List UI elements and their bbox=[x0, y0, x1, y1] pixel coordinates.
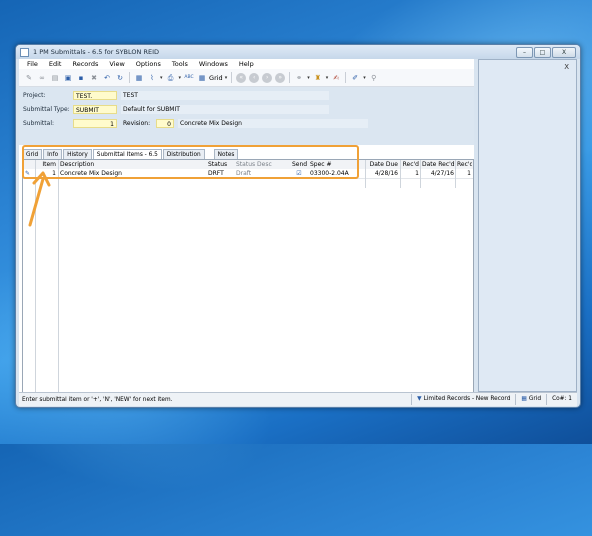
next-record-icon[interactable]: › bbox=[262, 72, 273, 83]
submittal-type-desc: Default for SUBMIT bbox=[121, 104, 329, 114]
grid-dropdown-icon: ▾ bbox=[224, 74, 228, 81]
row-date-recd[interactable]: 4/27/16 bbox=[421, 169, 455, 178]
row-recd[interactable]: 1 bbox=[400, 169, 420, 178]
menu-windows[interactable]: Windows bbox=[199, 60, 228, 68]
save-icon[interactable]: ▪ bbox=[76, 73, 86, 83]
last-record-icon[interactable]: » bbox=[275, 72, 286, 83]
submittal-label: Submittal: bbox=[23, 119, 55, 127]
window-title: 1 PM Submittals - 6.5 for SYBLON REID bbox=[33, 48, 159, 56]
grid-status-label: Grid bbox=[528, 396, 542, 402]
revision-field[interactable]: 0 bbox=[156, 118, 174, 128]
col-date-recd[interactable]: Date Rec'd bbox=[421, 160, 455, 169]
grid-divider bbox=[400, 160, 401, 188]
compose-dropdown-icon[interactable]: ▾ bbox=[363, 75, 366, 81]
refresh-icon[interactable]: ↻ bbox=[115, 73, 125, 83]
row-date-due[interactable]: 4/28/16 bbox=[367, 169, 399, 178]
users-icon[interactable]: ♜ bbox=[313, 73, 323, 83]
revision-label: Revision: bbox=[123, 119, 151, 127]
notes-edit-icon[interactable]: ✍ bbox=[331, 73, 341, 83]
grid-divider bbox=[420, 160, 421, 188]
col-recd-2[interactable]: Rec'd bbox=[456, 160, 472, 169]
grid-divider bbox=[58, 160, 59, 404]
search-icon[interactable]: ⚲ bbox=[369, 73, 379, 83]
users-dropdown-icon[interactable]: ▾ bbox=[326, 75, 329, 81]
maximize-button[interactable]: □ bbox=[534, 47, 551, 58]
menu-help[interactable]: Help bbox=[239, 60, 254, 68]
title-bar[interactable]: 1 PM Submittals - 6.5 for SYBLON REID – … bbox=[16, 45, 580, 59]
menu-view[interactable]: View bbox=[109, 60, 124, 68]
right-side-pane: X bbox=[478, 59, 577, 392]
menu-tools[interactable]: Tools bbox=[172, 60, 188, 68]
submittal-row: Submittal: 1 Revision: 0 Concrete Mix De… bbox=[23, 118, 368, 128]
menu-records[interactable]: Records bbox=[72, 60, 98, 68]
grid-status-icon: ▦ bbox=[521, 396, 527, 402]
limited-records-status[interactable]: ▼ Limited Records - New Record bbox=[411, 394, 515, 405]
project-label: Project: bbox=[23, 91, 46, 99]
main-client: File Edit Records View Options Tools Win… bbox=[19, 59, 474, 405]
delete-icon[interactable]: ✖ bbox=[89, 73, 99, 83]
status-message: Enter submittal item or '+', 'N', 'NEW' … bbox=[22, 396, 173, 403]
col-date-due[interactable]: Date Due bbox=[367, 160, 399, 169]
compose-icon[interactable]: ✐ bbox=[350, 73, 360, 83]
minimize-button[interactable]: – bbox=[516, 47, 533, 58]
toolbar: ✎ ∞ ▤ ▣ ▪ ✖ ↶ ↻ ▦ ⌇ ▾ ⎙ ▾ ABC ▦ Grid ▾ «… bbox=[19, 69, 474, 87]
project-desc: TEST bbox=[121, 90, 329, 100]
new-record-icon[interactable]: ▣ bbox=[63, 73, 73, 83]
limited-records-label: Limited Records - New Record bbox=[423, 396, 511, 402]
menu-file[interactable]: File bbox=[27, 60, 38, 68]
spell-check-icon[interactable]: ABC bbox=[184, 73, 194, 83]
project-field[interactable]: TEST. bbox=[73, 90, 117, 100]
toolbar-separator bbox=[345, 72, 347, 83]
form-view-icon[interactable]: ▦ bbox=[134, 73, 144, 83]
arrow-annotation bbox=[28, 171, 51, 227]
toolbar-separator bbox=[231, 72, 233, 83]
close-button[interactable]: X bbox=[552, 47, 576, 58]
items-grid: Item Description Status Status Desc Send… bbox=[22, 159, 474, 405]
grid-label: Grid bbox=[209, 73, 223, 82]
toolbar-separator bbox=[129, 72, 130, 83]
pane-close-button[interactable]: X bbox=[564, 63, 569, 71]
submittal-field[interactable]: 1 bbox=[73, 118, 117, 128]
first-record-icon[interactable]: « bbox=[236, 72, 247, 83]
toolbar-separator bbox=[289, 72, 291, 83]
submittal-type-label: Submittal Type: bbox=[23, 105, 70, 113]
header-form: Project: TEST. TEST Submittal Type: SUBM… bbox=[19, 87, 474, 145]
print-icon[interactable]: ⎙ bbox=[166, 73, 176, 83]
database-icon[interactable]: ▤ bbox=[50, 73, 60, 83]
link-icon[interactable]: ∞ bbox=[37, 73, 47, 83]
grid-status[interactable]: ▦ Grid bbox=[515, 394, 546, 405]
window-controls: – □ X bbox=[516, 47, 576, 58]
company-status: Co#: 1 bbox=[546, 394, 577, 405]
chain-dropdown-icon[interactable]: ▾ bbox=[307, 75, 310, 81]
grid-divider bbox=[365, 160, 366, 188]
highlight-callout bbox=[22, 145, 359, 179]
previous-record-icon[interactable]: ‹ bbox=[249, 72, 260, 83]
status-bar: Enter submittal item or '+', 'N', 'NEW' … bbox=[19, 392, 577, 406]
attachment-icon[interactable]: ⌇ bbox=[147, 73, 157, 83]
grid-divider bbox=[455, 160, 456, 188]
revision-desc: Concrete Mix Design bbox=[178, 118, 368, 128]
menu-edit[interactable]: Edit bbox=[49, 60, 62, 68]
grid-view-button[interactable]: ▦ Grid ▾ bbox=[197, 73, 227, 83]
col-recd[interactable]: Rec'd bbox=[400, 160, 420, 169]
chain-link-icon[interactable]: ⚭ bbox=[294, 73, 304, 83]
grid-icon: ▦ bbox=[198, 73, 206, 82]
undo-icon[interactable]: ↶ bbox=[102, 73, 112, 83]
project-row: Project: TEST. TEST bbox=[23, 90, 329, 100]
submittal-type-field[interactable]: SUBMIT bbox=[73, 104, 117, 114]
menu-options[interactable]: Options bbox=[136, 60, 161, 68]
row-recd-2[interactable]: 1 bbox=[456, 169, 472, 178]
edit-pencil-icon[interactable]: ✎ bbox=[24, 73, 34, 83]
menu-bar: File Edit Records View Options Tools Win… bbox=[19, 59, 474, 69]
app-window: 1 PM Submittals - 6.5 for SYBLON REID – … bbox=[15, 44, 581, 408]
filter-icon: ▼ bbox=[417, 396, 422, 402]
submittal-type-row: Submittal Type: SUBMIT Default for SUBMI… bbox=[23, 104, 329, 114]
attachment-dropdown-icon[interactable]: ▾ bbox=[160, 75, 163, 81]
app-icon bbox=[20, 47, 29, 57]
print-dropdown-icon[interactable]: ▾ bbox=[179, 75, 182, 81]
